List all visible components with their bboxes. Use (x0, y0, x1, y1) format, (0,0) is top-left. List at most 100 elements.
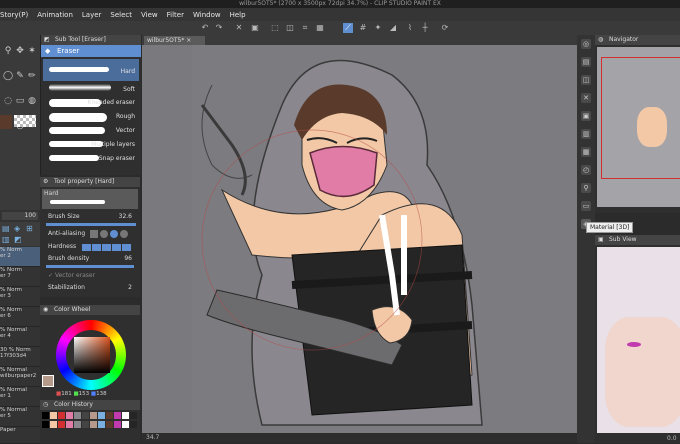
stabilization-row[interactable]: Stabilization 2 (48, 283, 138, 293)
vector-eraser-row[interactable]: ✓ Vector eraser (48, 271, 138, 281)
crop-icon[interactable]: ⌗ (300, 23, 310, 33)
color-history-swatch[interactable] (58, 421, 65, 428)
layer-item[interactable]: % Normal er 1 (0, 387, 40, 407)
color-history-swatch[interactable] (106, 412, 113, 419)
layer-item[interactable]: % Normal er 5 (0, 407, 40, 427)
layer-mask-icon[interactable]: ◩ (14, 235, 22, 244)
layer-opacity-field[interactable]: 100 (2, 212, 38, 220)
layer-item[interactable]: % Norm er 7 (0, 267, 40, 287)
ruler-icon[interactable]: ⌇ (405, 23, 415, 33)
clear-icon[interactable]: ✕ (234, 23, 244, 33)
brush-size-value[interactable]: 32.6 (119, 212, 132, 222)
color-history-swatch[interactable] (114, 412, 121, 419)
close-panel-icon[interactable]: ✕ (581, 93, 591, 103)
g-value[interactable]: 153 (79, 391, 90, 397)
snap-grid-icon[interactable]: # (358, 23, 368, 33)
color-history-swatch[interactable] (42, 412, 49, 419)
undo-icon[interactable]: ↶ (200, 23, 210, 33)
timeline-icon[interactable]: ▥ (581, 129, 591, 139)
rotate-icon[interactable]: ⟳ (440, 23, 450, 33)
brush-density-slider[interactable] (46, 265, 134, 268)
color-history-swatch[interactable] (66, 421, 73, 428)
r-value[interactable]: 181 (61, 391, 72, 397)
hardness-bar[interactable] (82, 244, 132, 251)
layer-item[interactable]: % Norm er 3 (0, 287, 40, 307)
color-history-swatch[interactable] (58, 412, 65, 419)
close-tab-icon[interactable]: × (186, 37, 191, 44)
canvas[interactable] (142, 45, 577, 433)
color-history-swatch[interactable] (42, 421, 49, 428)
layer-item[interactable]: % Norm er 6 (0, 307, 40, 327)
saturation-square[interactable] (74, 337, 110, 373)
color-history-swatch[interactable] (82, 421, 89, 428)
menu-view[interactable]: View (141, 11, 167, 19)
layer-item[interactable]: % Normal wilburpaper2 (0, 367, 40, 387)
main-color-swatch[interactable] (0, 115, 12, 129)
menu-layer[interactable]: Layer (82, 11, 111, 19)
vector-eraser-check-icon[interactable]: ✓ (48, 272, 55, 279)
aa-none-option[interactable] (90, 230, 98, 238)
color-history-swatch[interactable] (122, 421, 129, 428)
document-tab[interactable]: wilbur5OT5* × (144, 36, 205, 45)
menu-window[interactable]: Window (193, 11, 230, 19)
menu-animation[interactable]: Animation (37, 11, 82, 19)
zoom-readout[interactable]: 34.7 (146, 434, 159, 441)
brush-density-value[interactable]: 96 (124, 254, 132, 264)
lasso-tool-icon[interactable]: ◯ (2, 70, 14, 82)
navigator-tab-icon[interactable]: ◎ (581, 39, 591, 49)
redo-icon[interactable]: ↷ (214, 23, 224, 33)
color-history-swatch[interactable] (114, 421, 121, 428)
aa-strong-option[interactable] (120, 230, 128, 238)
anti-aliasing-row[interactable]: Anti-aliasing (48, 229, 138, 239)
color-history-swatch[interactable] (130, 412, 137, 419)
brush-size-slider[interactable] (46, 223, 136, 226)
airbrush-tool-icon[interactable]: ◌ (2, 95, 14, 107)
layer-item[interactable]: Paper (0, 427, 40, 444)
current-color-swatch[interactable] (42, 375, 54, 387)
color-history-swatch[interactable] (130, 421, 137, 428)
brush-density-row[interactable]: Brush density 96 (48, 254, 138, 264)
zoom-tool-icon[interactable]: ⚲ (2, 45, 14, 57)
blend-tool-icon[interactable]: ◍ (26, 95, 38, 107)
b-value[interactable]: 138 (96, 391, 107, 397)
folder-icon[interactable]: ▭ (581, 201, 591, 211)
stabilization-value[interactable]: 2 (128, 283, 132, 293)
layer-item[interactable]: % Norm er 2 (0, 247, 40, 267)
aa-weak-option[interactable] (100, 230, 108, 238)
material-icon[interactable]: ▦ (581, 147, 591, 157)
menu-filter[interactable]: Filter (167, 11, 193, 19)
perspective-icon[interactable]: ◢ (388, 23, 398, 33)
aa-medium-option[interactable] (110, 230, 118, 238)
menu-story[interactable]: Story(P) (0, 11, 37, 19)
animation-icon[interactable]: ▣ (581, 111, 591, 121)
item-bank-icon[interactable]: ▤ (581, 57, 591, 67)
subtool-snap[interactable]: Snap eraser (43, 149, 139, 171)
color-history-swatch[interactable] (90, 421, 97, 428)
color-history-swatch[interactable] (74, 421, 81, 428)
new-layer-icon[interactable]: ▥ (2, 235, 10, 244)
transparent-color-swatch[interactable] (14, 115, 36, 127)
brush-size-row[interactable]: Brush Size 32.6 (48, 212, 138, 222)
color-history-swatch[interactable] (74, 412, 81, 419)
transform-icon[interactable]: ▣ (250, 23, 260, 33)
guide-icon[interactable]: ┼ (420, 23, 430, 33)
color-history-swatch[interactable] (98, 421, 105, 428)
color-history-swatch[interactable] (122, 412, 129, 419)
subview-zoom[interactable]: 0.0 (667, 435, 677, 442)
color-history-swatch[interactable] (66, 412, 73, 419)
move-tool-icon[interactable]: ✥ (14, 45, 26, 57)
snap-special-icon[interactable]: ✦ (373, 23, 383, 33)
pencil-tool-icon[interactable]: ✏ (26, 70, 38, 82)
layer-item[interactable]: % Normal er 4 (0, 327, 40, 347)
menu-select[interactable]: Select (110, 11, 141, 19)
color-history-swatch[interactable] (82, 412, 89, 419)
layer-clip-icon[interactable]: ◈ (14, 224, 20, 233)
deselect-icon[interactable]: ⬚ (270, 23, 280, 33)
color-history-swatch[interactable] (90, 412, 97, 419)
snap-ruler-icon[interactable]: ⟋ (343, 23, 353, 33)
color-history-swatch[interactable] (50, 421, 57, 428)
wand-tool-icon[interactable]: ✶ (26, 45, 38, 57)
eraser-tool-icon[interactable]: ▭ (14, 95, 26, 107)
subview-image[interactable] (597, 247, 680, 433)
history-panel-icon[interactable]: ◴ (581, 165, 591, 175)
